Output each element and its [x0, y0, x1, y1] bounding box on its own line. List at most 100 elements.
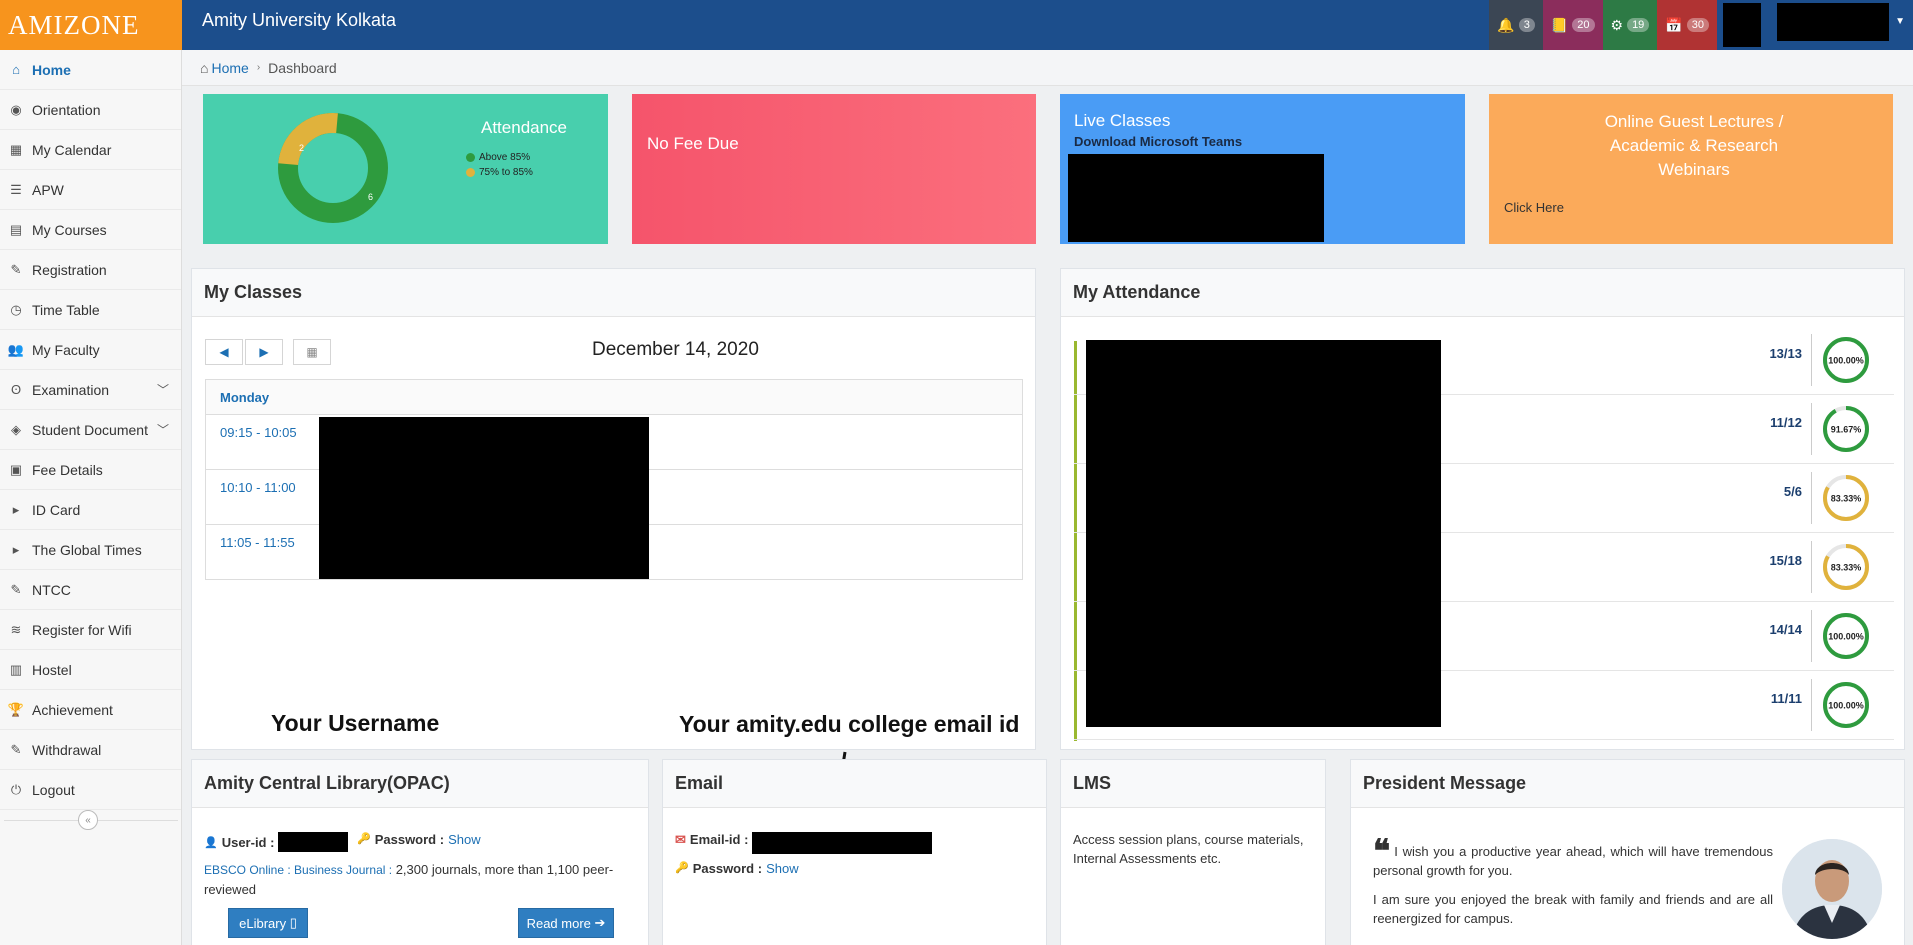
sidebar-item-registration[interactable]: ✎ Registration [0, 250, 181, 290]
fee-tile-label: No Fee Due [647, 134, 739, 153]
sidebar-item-hostel[interactable]: ▥ Hostel [0, 650, 181, 690]
attendance-percent: 100.00% [1828, 701, 1864, 711]
email-id-label: Email-id : [689, 832, 749, 847]
legend-mid: 75% to 85% [466, 167, 533, 178]
edit-icon: ✎ [10, 581, 22, 597]
chevron-down-icon: ﹀ [156, 423, 169, 437]
attendance-percent-ring: 100.00% [1823, 337, 1869, 383]
sidebar-item-label: Hostel [32, 661, 72, 678]
key-icon: 🔑 [357, 833, 371, 845]
attendance-percent: 100.00% [1828, 632, 1864, 642]
breadcrumb-home-link[interactable]: Home [211, 60, 248, 76]
elibrary-button[interactable]: eLibrary ▯ [228, 908, 308, 938]
user-menu[interactable]: ▼ [1717, 0, 1913, 50]
sidebar-item-label: APW [32, 181, 64, 198]
sidebar-item-label: Time Table [32, 301, 100, 318]
attendance-percent-ring: 100.00% [1823, 613, 1869, 659]
sidebar-item-register-wifi[interactable]: ≋ Register for Wifi [0, 610, 181, 650]
caret-down-icon: ▼ [1895, 16, 1905, 27]
date-picker-button[interactable]: ▦ [293, 339, 331, 365]
email-password-row: 🔑 Password : Show [675, 861, 799, 876]
courses-count: 20 [1572, 18, 1595, 32]
calendar-badge-button[interactable]: 📅 30 [1657, 0, 1717, 50]
sidebar-item-label: Fee Details [32, 461, 103, 478]
email-show-password-link[interactable]: Show [766, 861, 799, 876]
sidebar-item-label: Examination [32, 381, 110, 398]
attendance-separator [1811, 334, 1812, 386]
attendance-percent-ring: 100.00% [1823, 682, 1869, 728]
sidebar-item-global-times[interactable]: ▸ The Global Times [0, 530, 181, 570]
fee-tile[interactable]: No Fee Due [632, 94, 1036, 244]
library-password: 🔑 Password : Show [357, 832, 481, 847]
caret-right-icon: ▸ [12, 501, 20, 517]
sidebar-item-apw[interactable]: ☰ APW [0, 170, 181, 210]
eye-icon: ◉ [10, 101, 22, 117]
userid-label: User-id : [221, 834, 275, 850]
calendar-controls: ◀ ▶ ▦ [205, 339, 331, 365]
notifications-button[interactable]: 🔔 3 [1489, 0, 1543, 50]
sidebar-item-logout[interactable]: ⏻ Logout [0, 770, 181, 810]
amizone-logo[interactable]: AMIZONE [0, 0, 182, 50]
caret-left-icon: ◀ [219, 345, 229, 359]
sidebar-item-id-card[interactable]: ▸ ID Card [0, 490, 181, 530]
show-password-link[interactable]: Show [448, 832, 481, 847]
caret-right-icon: ▸ [12, 541, 20, 557]
sidebar-item-fee-details[interactable]: ▣ Fee Details [0, 450, 181, 490]
ebsco-link[interactable]: EBSCO Online : Business Journal : [204, 863, 392, 877]
live-classes-tile[interactable]: Live Classes Download Microsoft Teams [1060, 94, 1465, 244]
sidebar-item-orientation[interactable]: ◉ Orientation [0, 90, 181, 130]
sidebar-item-label: Withdrawal [32, 741, 102, 758]
sidebar-item-my-courses[interactable]: ▤ My Courses [0, 210, 181, 250]
attendance-fraction: 14/14 [1769, 622, 1802, 637]
legend-mid-label: 75% to 85% [479, 167, 533, 178]
read-more-button[interactable]: Read more ➔ [518, 908, 614, 938]
president-message-text: ❝ I wish you a productive year ahead, whi… [1373, 835, 1773, 928]
sidebar-item-label: Register for Wifi [32, 621, 132, 638]
library-title: Amity Central Library(OPAC) [192, 760, 648, 808]
president-para-1: ❝ I wish you a productive year ahead, whi… [1373, 835, 1773, 880]
sidebar-item-achievement[interactable]: 🏆 Achievement [0, 690, 181, 730]
sidebar-item-ntcc[interactable]: ✎ NTCC [0, 570, 181, 610]
notifications-count: 3 [1518, 18, 1535, 32]
sidebar-collapse-button[interactable]: « [78, 810, 98, 830]
attendance-donut-chart: 2 6 [278, 113, 388, 223]
home-icon: ⌂ [12, 62, 20, 77]
redacted-email [752, 832, 933, 854]
sidebar-item-examination[interactable]: ʘ Examination ﹀ [0, 370, 181, 410]
attendance-tile[interactable]: 2 6 Attendance Above 85% 75% to 85% [203, 94, 608, 244]
redacted-class-details [319, 417, 649, 579]
attendance-percent: 83.33% [1831, 563, 1862, 573]
legend-above-label: Above 85% [479, 152, 531, 163]
attendance-separator [1811, 472, 1812, 524]
president-para-2: I am sure you enjoyed the break with fam… [1373, 892, 1773, 926]
guest-lectures-tile[interactable]: Online Guest Lectures / Academic & Resea… [1489, 94, 1893, 244]
sidebar-item-my-faculty[interactable]: 👥 My Faculty [0, 330, 181, 370]
download-teams-link[interactable]: Download Microsoft Teams [1074, 134, 1242, 149]
double-chevron-left-icon: « [85, 814, 91, 826]
sidebar-item-student-document[interactable]: ◈ Student Document ﹀ [0, 410, 181, 450]
settings-badge-button[interactable]: ⚙ 19 [1602, 0, 1658, 50]
courses-badge-button[interactable]: 📒 20 [1542, 0, 1603, 50]
time-slot-label: 11:05 - 11:55 [220, 535, 295, 550]
next-day-button[interactable]: ▶ [245, 339, 283, 365]
lms-panel: LMS Access session plans, course materia… [1060, 759, 1326, 945]
prev-day-button[interactable]: ◀ [205, 339, 243, 365]
sidebar-item-withdrawal[interactable]: ✎ Withdrawal [0, 730, 181, 770]
key-icon: 🔑 [675, 862, 689, 874]
email-title: Email [663, 760, 1046, 808]
calendar-icon: ▦ [9, 141, 23, 157]
sidebar-item-time-table[interactable]: ◷ Time Table [0, 290, 181, 330]
click-here-link[interactable]: Click Here [1504, 200, 1564, 215]
sidebar-item-label: My Courses [32, 221, 107, 238]
my-attendance-panel: My Attendance 13/13 100.00% 11/12 91.67% 5/6… [1060, 268, 1905, 750]
attendance-percent-ring: 91.67% [1823, 406, 1869, 452]
sidebar-item-home[interactable]: ⌂ Home [0, 50, 181, 90]
day-header: Monday [205, 379, 1023, 415]
tag-icon: ◈ [11, 421, 21, 437]
sidebar-item-my-calendar[interactable]: ▦ My Calendar [0, 130, 181, 170]
caret-right-icon: ▶ [259, 345, 269, 359]
donut-mid-count: 2 [299, 143, 304, 153]
calendar-icon: 📅 [1665, 16, 1683, 33]
top-navbar: Amity University Kolkata 🔔 3 📒 20 ⚙ 19 📅… [182, 0, 1913, 50]
attendance-fraction: 15/18 [1769, 553, 1802, 568]
